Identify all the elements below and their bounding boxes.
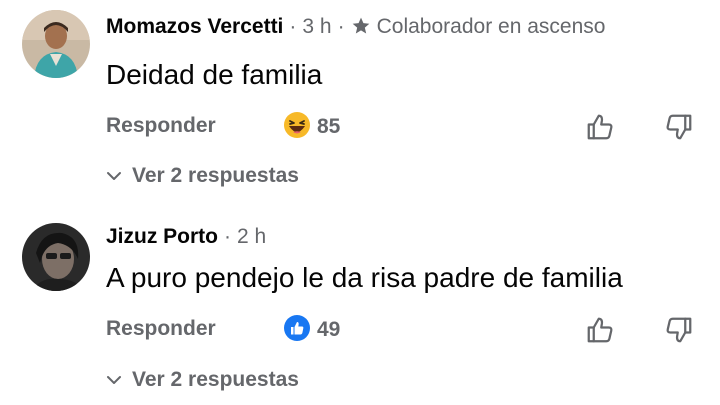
comment-text: A puro pendejo le da risa padre de famil… — [106, 262, 623, 293]
separator: · — [289, 15, 297, 38]
separator: · — [224, 225, 232, 248]
thumbs-up-icon[interactable] — [585, 112, 615, 142]
view-replies-label: Ver 2 respuestas — [132, 164, 299, 187]
thumbs-down-icon[interactable] — [664, 112, 694, 142]
star-icon — [351, 16, 371, 43]
author-name[interactable]: Momazos Vercetti — [106, 15, 283, 38]
view-replies-link[interactable]: Ver 2 respuestas — [106, 164, 299, 188]
reaction-count: 85 — [317, 115, 341, 138]
author-name[interactable]: Jizuz Porto — [106, 225, 218, 248]
chevron-down-icon — [106, 164, 122, 188]
like-reaction-icon — [283, 314, 311, 347]
comment-header: Jizuz Porto · 2 h — [106, 224, 266, 250]
separator: · — [337, 15, 345, 38]
view-replies-label: Ver 2 respuestas — [132, 368, 299, 391]
view-replies-link[interactable]: Ver 2 respuestas — [106, 368, 299, 392]
contributor-badge: Colaborador en ascenso — [376, 15, 606, 38]
thumbs-down-icon[interactable] — [664, 315, 694, 345]
reply-button[interactable]: Responder — [106, 317, 216, 341]
reaction-summary[interactable]: 85 — [283, 111, 341, 144]
thumbs-up-icon[interactable] — [585, 315, 615, 345]
laughing-emoji-icon — [283, 111, 311, 144]
avatar[interactable] — [22, 223, 90, 291]
chevron-down-icon — [106, 368, 122, 392]
timestamp[interactable]: 2 h — [237, 225, 266, 248]
comment-text: Deidad de familia — [106, 59, 323, 90]
comment-actions: Responder 49 — [0, 314, 720, 347]
timestamp[interactable]: 3 h — [302, 15, 331, 38]
avatar[interactable] — [22, 10, 90, 78]
reaction-count: 49 — [317, 318, 341, 341]
comment-header: Momazos Vercetti · 3 h · Colaborador en asce… — [106, 14, 605, 43]
comment-actions: Responder 85 — [0, 111, 720, 144]
reaction-summary[interactable]: 49 — [283, 314, 341, 347]
reply-button[interactable]: Responder — [106, 114, 216, 138]
